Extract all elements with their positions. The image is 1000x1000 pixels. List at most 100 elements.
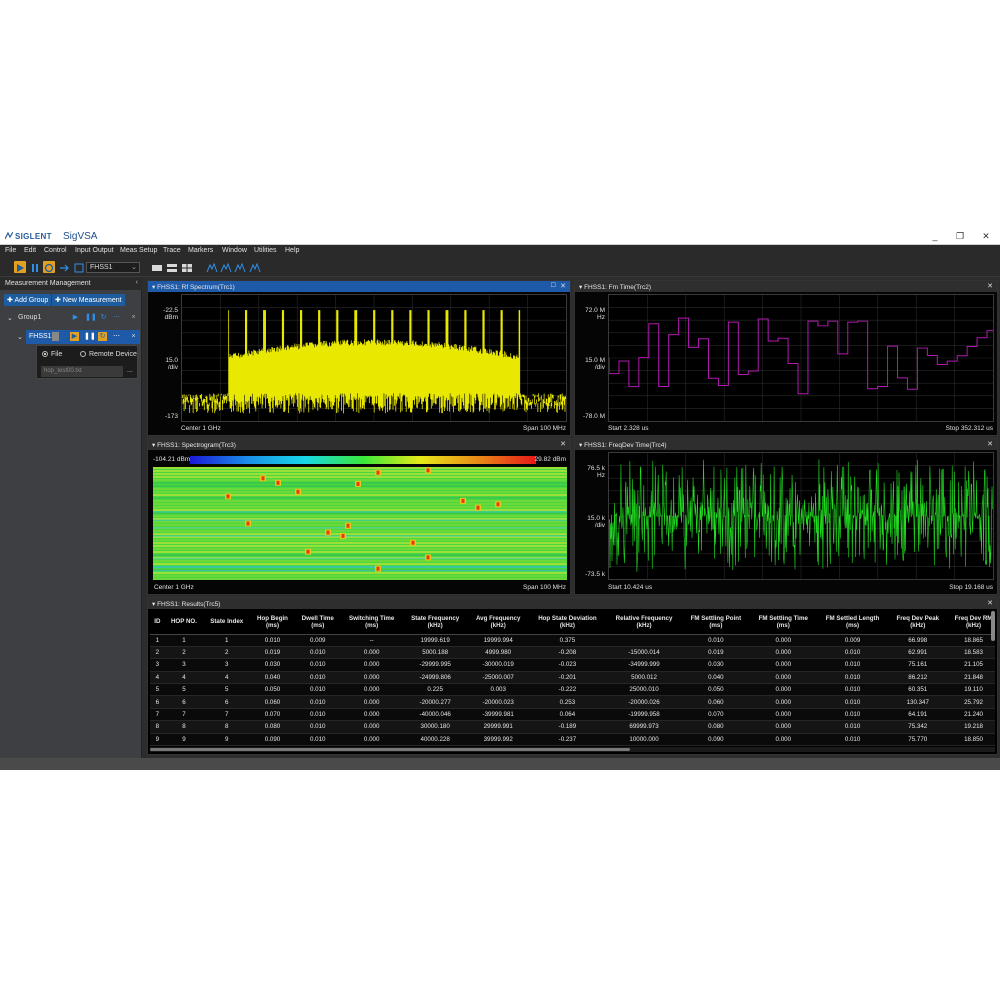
restart-icon[interactable]: ⋯: [112, 332, 121, 341]
tree-measurement-fhss1[interactable]: FHSS1 ▶ ❚❚ ↻ ⋯ ×: [26, 330, 140, 344]
continuous-button[interactable]: [43, 261, 55, 273]
table-cell: 0.010: [294, 720, 341, 734]
settings-button[interactable]: [73, 261, 85, 273]
layout-single-button[interactable]: [151, 261, 163, 273]
menu-file[interactable]: File: [5, 247, 16, 254]
restart-icon[interactable]: ⋯: [112, 313, 121, 322]
browse-button[interactable]: ...: [127, 367, 133, 374]
horizontal-scrollbar[interactable]: [150, 747, 995, 752]
column-header[interactable]: Hop State Deviation (kHz): [528, 610, 607, 635]
table-row[interactable]: 1 1 1 0.010 0.009 -- 19999.619 19999.994 0.375 0.…: [150, 634, 995, 647]
expand-icon[interactable]: ⌄: [17, 333, 23, 341]
loop-icon: [44, 263, 54, 273]
new-measurement-button[interactable]: ✚ New Measurement: [52, 294, 125, 306]
table-row[interactable]: 4 4 4 0.040 0.010 0.000 -24999.806 -25000.007 -0…: [150, 671, 995, 685]
column-header[interactable]: State Index: [203, 610, 251, 635]
add-group-button[interactable]: ✚ Add Group: [4, 294, 52, 306]
menu-control[interactable]: Control: [44, 247, 67, 254]
collapse-icon[interactable]: ‹: [136, 279, 138, 286]
close-icon[interactable]: ✕: [987, 440, 993, 448]
column-header[interactable]: ID: [150, 610, 165, 635]
measurement-select[interactable]: FHSS1 ⌄: [86, 262, 140, 273]
column-header[interactable]: Hop Begin (ms): [250, 610, 295, 635]
menu-help[interactable]: Help: [285, 247, 299, 254]
table-row[interactable]: 2 2 2 0.019 0.010 0.000 5000.188 4999.980 -0.208…: [150, 646, 995, 660]
dropdown-icon[interactable]: ▾: [579, 442, 582, 449]
dropdown-icon[interactable]: ▾: [152, 601, 155, 608]
file-path-input[interactable]: hop_test00.txt: [41, 366, 123, 377]
loop-icon[interactable]: ↻: [98, 332, 107, 341]
panel-rf-spectrum[interactable]: ▾ FHSS1: Rf Spectrum(Trc1) ☐ ✕ -22.5 dBm 15…: [147, 280, 571, 436]
fm-time-plot[interactable]: [608, 294, 994, 422]
minimize-button[interactable]: _: [928, 231, 942, 241]
table-cell: -0.237: [528, 733, 607, 746]
expand-icon[interactable]: ⌄: [7, 314, 13, 322]
pause-icon[interactable]: ❚❚: [84, 332, 96, 341]
maximize-button[interactable]: ❐: [953, 231, 967, 242]
table-row[interactable]: 3 3 3 0.030 0.010 0.000 -29999.995 -30000.019 -0…: [150, 658, 995, 672]
column-header[interactable]: Avg Frequency (kHz): [467, 610, 529, 635]
loop-icon[interactable]: ↻: [99, 313, 108, 322]
layout-rows-button[interactable]: [166, 261, 178, 273]
dropdown-icon[interactable]: ▾: [152, 284, 155, 291]
source-file-radio[interactable]: File: [42, 351, 62, 358]
marker-peak-button[interactable]: [206, 261, 218, 273]
table-row[interactable]: 7 7 7 0.070 0.010 0.000 -40000.046 -39999.981 0.…: [150, 708, 995, 722]
menu-input-output[interactable]: Input Output: [75, 247, 114, 254]
pause-icon[interactable]: ❚❚: [85, 313, 97, 322]
column-header[interactable]: Dwell Time (ms): [294, 610, 341, 635]
spectrum-plot[interactable]: [181, 294, 567, 422]
tree-group[interactable]: ⌄ Group1 ▶ ❚❚ ↻ ⋯ ×: [0, 311, 142, 325]
column-header[interactable]: HOP NO.: [164, 610, 204, 635]
vertical-scrollbar[interactable]: [991, 611, 995, 641]
dropdown-icon[interactable]: ▾: [152, 442, 155, 449]
column-header[interactable]: FM Settling Time (ms): [749, 610, 817, 635]
panel-freqdev-time[interactable]: ▾ FHSS1: FreqDev Time(Trc4) ✕ 76.5 k Hz 15…: [574, 438, 998, 595]
close-icon[interactable]: ✕: [560, 282, 566, 290]
close-icon[interactable]: ✕: [987, 282, 993, 290]
close-icon[interactable]: ✕: [560, 440, 566, 448]
menu-markers[interactable]: Markers: [188, 247, 213, 254]
spectrogram-plot[interactable]: [153, 467, 567, 580]
close-icon[interactable]: ×: [129, 313, 138, 322]
dropdown-icon[interactable]: ▾: [579, 284, 582, 291]
menu-edit[interactable]: Edit: [24, 247, 36, 254]
freqdev-plot[interactable]: [608, 452, 994, 580]
panel-results[interactable]: ▾ FHSS1: Results(Trc5) ✕ ID HOP NO. State I…: [147, 597, 998, 755]
close-icon[interactable]: ×: [129, 332, 138, 341]
marker-left-button[interactable]: [234, 261, 246, 273]
layout-grid-button[interactable]: [181, 261, 193, 273]
menu-utilities[interactable]: Utilities: [254, 247, 277, 254]
scrollbar-thumb[interactable]: [150, 748, 630, 751]
menu-trace[interactable]: Trace: [163, 247, 181, 254]
column-header[interactable]: FM Settled Length (ms): [816, 610, 889, 635]
column-header[interactable]: State Frequency (kHz): [402, 610, 468, 635]
panel-fm-time[interactable]: ▾ FHSS1: Fm Time(Trc2) ✕ 72.0 M Hz 15.0 M /…: [574, 280, 998, 436]
table-cell: 0.010: [681, 634, 750, 647]
maximize-icon[interactable]: ☐: [551, 282, 556, 289]
pause-button[interactable]: [29, 261, 41, 273]
column-header[interactable]: FM Settling Point (ms): [681, 610, 750, 635]
restart-button[interactable]: [58, 261, 70, 273]
table-row[interactable]: 6 6 6 0.060 0.010 0.000 -20000.277 -20000.023 0.…: [150, 695, 995, 709]
table-cell: 0.000: [340, 695, 403, 709]
panel-spectrogram[interactable]: ▾ FHSS1: Spectrogram(Trc3) ✕ -104.21 dBm …: [147, 438, 571, 595]
close-icon[interactable]: ✕: [987, 599, 993, 607]
source-remote-radio[interactable]: Remote Device: [80, 351, 137, 358]
menu-meas-setup[interactable]: Meas Setup: [120, 247, 157, 254]
column-header[interactable]: Switching Time (ms): [340, 610, 403, 635]
play-icon[interactable]: ▶: [70, 332, 79, 341]
close-button[interactable]: ✕: [979, 231, 993, 242]
table-row[interactable]: 5 5 5 0.050 0.010 0.000 0.225 0.003 -0.222 25000.…: [150, 683, 995, 697]
column-header[interactable]: Freq Dev Peak (kHz): [888, 610, 948, 635]
column-header[interactable]: Relative Frequency (kHz): [606, 610, 682, 635]
marker-next-button[interactable]: [220, 261, 232, 273]
panel-title: FHSS1: Results(Trc5): [157, 601, 221, 608]
table-row[interactable]: 8 8 8 0.080 0.010 0.000 30000.180 29999.991 -0.1…: [150, 720, 995, 734]
marker-right-button[interactable]: [249, 261, 261, 273]
run-single-button[interactable]: [14, 261, 26, 273]
menu-window[interactable]: Window: [222, 247, 247, 254]
play-icon[interactable]: ▶: [71, 313, 80, 322]
column-header[interactable]: Freq Dev RM (kHz): [947, 610, 995, 635]
table-row[interactable]: 9 9 9 0.090 0.010 0.000 40000.228 39999.992 -0.2…: [150, 733, 995, 746]
